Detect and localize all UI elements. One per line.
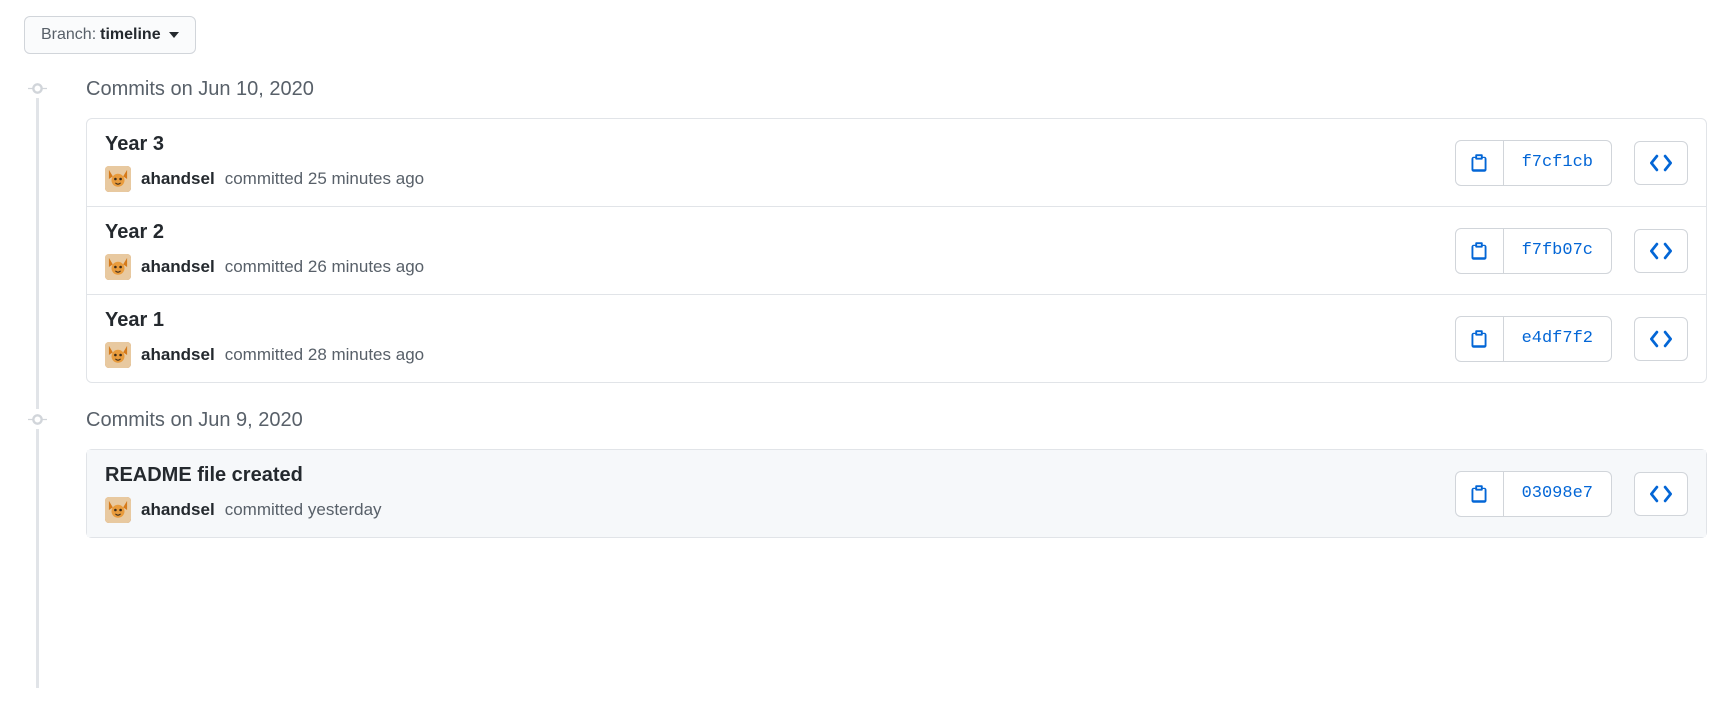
commit-main: README file created ahandsel commit [105,464,1455,523]
code-icon [1650,152,1672,174]
branch-selector-label: Branch: [41,24,96,46]
commit-title-link[interactable]: Year 3 [105,133,1455,156]
code-icon [1650,483,1672,505]
commit-sha-link[interactable]: f7fb07c [1504,229,1611,273]
commit-list: Year 3 ahandsel committed [86,118,1707,383]
commit-author-link[interactable]: ahandsel [141,257,215,277]
commit-row: README file created ahandsel commit [87,450,1706,537]
copy-sha-button[interactable] [1456,141,1504,185]
code-icon [1650,328,1672,350]
commit-actions: f7cf1cb [1455,140,1688,186]
git-commit-icon [28,79,47,98]
commit-group-date: Commits on Jun 10, 2020 [86,78,314,101]
commit-group-heading: Commits on Jun 9, 2020 [24,407,1707,433]
commit-row: Year 3 ahandsel committed [87,119,1706,206]
commit-row: Year 1 ahandsel committed [87,294,1706,382]
commit-group-heading: Commits on Jun 10, 2020 [24,76,1707,102]
browse-code-button[interactable] [1634,317,1688,361]
chevron-down-icon [169,32,179,38]
copy-sha-button[interactable] [1456,472,1504,516]
commit-sha-group: f7fb07c [1455,228,1612,274]
commit-row: Year 2 ahandsel committed [87,206,1706,294]
browse-code-button[interactable] [1634,141,1688,185]
commit-meta-text: committed 26 minutes ago [225,257,424,277]
timeline-line [36,429,39,688]
commit-author-link[interactable]: ahandsel [141,500,215,520]
commit-sha-group: f7cf1cb [1455,140,1612,186]
commit-title-link[interactable]: README file created [105,464,1455,487]
clipboard-icon [1469,484,1489,504]
commit-meta: ahandsel committed yesterday [105,497,1455,523]
commit-actions: 03098e7 [1455,471,1688,517]
commit-title-link[interactable]: Year 2 [105,221,1455,244]
avatar[interactable] [105,166,131,192]
commit-main: Year 2 ahandsel committed [105,221,1455,280]
commit-meta: ahandsel committed 26 minutes ago [105,254,1455,280]
git-commit-icon [28,410,47,429]
commit-meta-text: committed 25 minutes ago [225,169,424,189]
commit-author-link[interactable]: ahandsel [141,169,215,189]
avatar[interactable] [105,497,131,523]
commit-main: Year 3 ahandsel committed [105,133,1455,192]
commit-group-date: Commits on Jun 9, 2020 [86,409,303,432]
fox-avatar-icon [105,342,131,368]
code-icon [1650,240,1672,262]
copy-sha-button[interactable] [1456,229,1504,273]
commit-author-link[interactable]: ahandsel [141,345,215,365]
commit-meta-text: committed 28 minutes ago [225,345,424,365]
commit-group: Commits on Jun 9, 2020 README file creat… [24,407,1707,538]
branch-selector-name: timeline [100,24,160,46]
fox-avatar-icon [105,497,131,523]
browse-code-button[interactable] [1634,229,1688,273]
commit-sha-link[interactable]: 03098e7 [1504,472,1611,516]
avatar[interactable] [105,254,131,280]
branch-selector-button[interactable]: Branch: timeline [24,16,196,54]
commit-sha-link[interactable]: e4df7f2 [1504,317,1611,361]
commit-actions: e4df7f2 [1455,316,1688,362]
commit-meta-text: committed yesterday [225,500,382,520]
clipboard-icon [1469,241,1489,261]
commit-title-link[interactable]: Year 1 [105,309,1455,332]
commit-meta: ahandsel committed 25 minutes ago [105,166,1455,192]
clipboard-icon [1469,153,1489,173]
clipboard-icon [1469,329,1489,349]
timeline-line [36,98,39,409]
commit-actions: f7fb07c [1455,228,1688,274]
commit-meta: ahandsel committed 28 minutes ago [105,342,1455,368]
fox-avatar-icon [105,254,131,280]
commit-group: Commits on Jun 10, 2020 Year 3 [24,76,1707,383]
commit-list: README file created ahandsel commit [86,449,1707,538]
commit-main: Year 1 ahandsel committed [105,309,1455,368]
avatar[interactable] [105,342,131,368]
commit-sha-link[interactable]: f7cf1cb [1504,141,1611,185]
commit-sha-group: e4df7f2 [1455,316,1612,362]
browse-code-button[interactable] [1634,472,1688,516]
commit-sha-group: 03098e7 [1455,471,1612,517]
copy-sha-button[interactable] [1456,317,1504,361]
commit-timeline: Commits on Jun 10, 2020 Year 3 [24,76,1707,538]
fox-avatar-icon [105,166,131,192]
